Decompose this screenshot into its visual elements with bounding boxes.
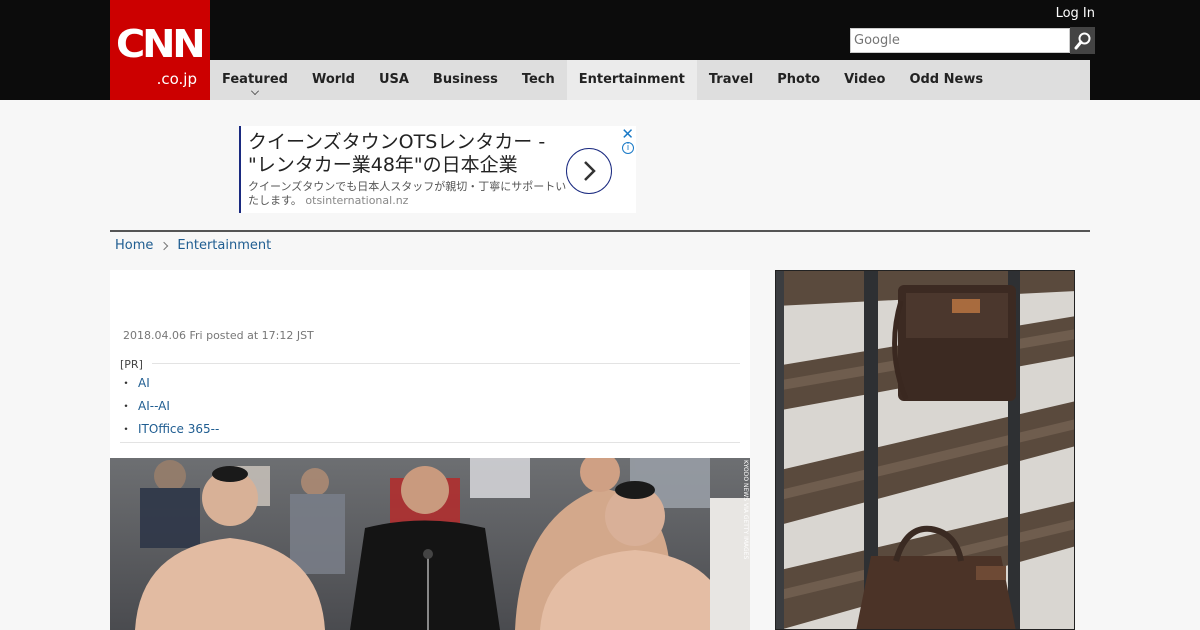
search-button[interactable] bbox=[1070, 27, 1095, 54]
chevron-right-icon bbox=[160, 241, 169, 250]
info-icon[interactable]: i bbox=[622, 142, 634, 154]
nav-item-featured[interactable]: Featured bbox=[210, 60, 300, 100]
nav-item-label: Entertainment bbox=[578, 72, 685, 87]
nav-item-label: Featured bbox=[222, 72, 288, 87]
chevron-down-icon bbox=[251, 87, 259, 95]
nav-item-label: Odd News bbox=[909, 72, 984, 87]
close-icon[interactable]: ✕ bbox=[621, 125, 634, 143]
divider bbox=[120, 442, 740, 443]
top-ad-banner[interactable]: クイーンズタウンOTSレンタカー - "レンタカー業48年"の日本企業 クイーン… bbox=[239, 125, 636, 213]
divider bbox=[110, 230, 1090, 232]
nav-item-business[interactable]: Business bbox=[421, 60, 510, 100]
nav-item-usa[interactable]: USA bbox=[367, 60, 421, 100]
nav-item-label: Video bbox=[844, 72, 886, 87]
list-item: ・ AI--AI bbox=[120, 399, 170, 413]
photo-illustration bbox=[110, 458, 750, 630]
side-ad[interactable] bbox=[775, 270, 1075, 630]
search-icon bbox=[1074, 32, 1090, 49]
pr-link[interactable]: AI bbox=[138, 376, 150, 390]
ad-title[interactable]: クイーンズタウンOTSレンタカー - "レンタカー業48年"の日本企業 bbox=[248, 131, 558, 177]
logo-wordmark: CNN bbox=[115, 22, 206, 66]
breadcrumb-home[interactable]: Home bbox=[115, 238, 153, 253]
cnn-logo[interactable]: CNN .co.jp bbox=[110, 0, 210, 100]
nav-item-world[interactable]: World bbox=[300, 60, 367, 100]
nav-item-tech[interactable]: Tech bbox=[510, 60, 567, 100]
nav-item-label: Photo bbox=[777, 72, 821, 87]
pr-list: ・ AI ・ AI--AI ・ ITOffice 365-- bbox=[120, 372, 219, 441]
main-nav: Featured World USA Business Tech Enterta… bbox=[210, 60, 1090, 100]
article: 2018.04.06 Fri posted at 17:12 JST [PR] … bbox=[110, 270, 750, 630]
posted-timestamp: 2018.04.06 Fri posted at 17:12 JST bbox=[123, 329, 314, 342]
pr-label: [PR] bbox=[120, 358, 143, 371]
breadcrumb: Home Entertainment bbox=[115, 238, 271, 253]
divider bbox=[152, 363, 740, 364]
nav-item-video[interactable]: Video bbox=[832, 60, 897, 100]
nav-item-label: Travel bbox=[708, 72, 754, 87]
ad-url[interactable]: otsinternational.nz bbox=[305, 194, 408, 207]
login-link[interactable]: Log In bbox=[1056, 6, 1095, 21]
nav-item-entertainment[interactable]: Entertainment bbox=[566, 60, 697, 100]
nav-item-photo[interactable]: Photo bbox=[765, 60, 832, 100]
nav-item-label: USA bbox=[378, 72, 409, 87]
nav-item-odd-news[interactable]: Odd News bbox=[897, 60, 995, 100]
chevron-right-icon bbox=[584, 161, 596, 181]
photo-credit: KYODO NEWS VIA GETTY IMAGES bbox=[742, 460, 749, 560]
list-item: ・ ITOffice 365-- bbox=[120, 422, 220, 436]
breadcrumb-entertainment[interactable]: Entertainment bbox=[177, 238, 271, 253]
article-photo: KYODO NEWS VIA GETTY IMAGES bbox=[110, 458, 750, 630]
list-item: ・ AI bbox=[120, 376, 150, 390]
pr-link[interactable]: ITOffice 365-- bbox=[138, 422, 219, 436]
nav-item-label: Tech bbox=[521, 72, 555, 87]
pr-link[interactable]: AI--AI bbox=[138, 399, 170, 413]
ad-description: クイーンズタウンでも日本人スタッフが親切・丁寧にサポートいたします。 otsin… bbox=[248, 180, 568, 208]
nav-item-label: Business bbox=[432, 72, 498, 87]
logo-domain: .co.jp bbox=[156, 70, 197, 88]
ad-go-button[interactable] bbox=[566, 148, 612, 194]
bag-ad-illustration bbox=[776, 271, 1074, 629]
search-input[interactable] bbox=[850, 28, 1070, 53]
nav-item-label: World bbox=[311, 72, 355, 87]
nav-item-travel[interactable]: Travel bbox=[697, 60, 765, 100]
